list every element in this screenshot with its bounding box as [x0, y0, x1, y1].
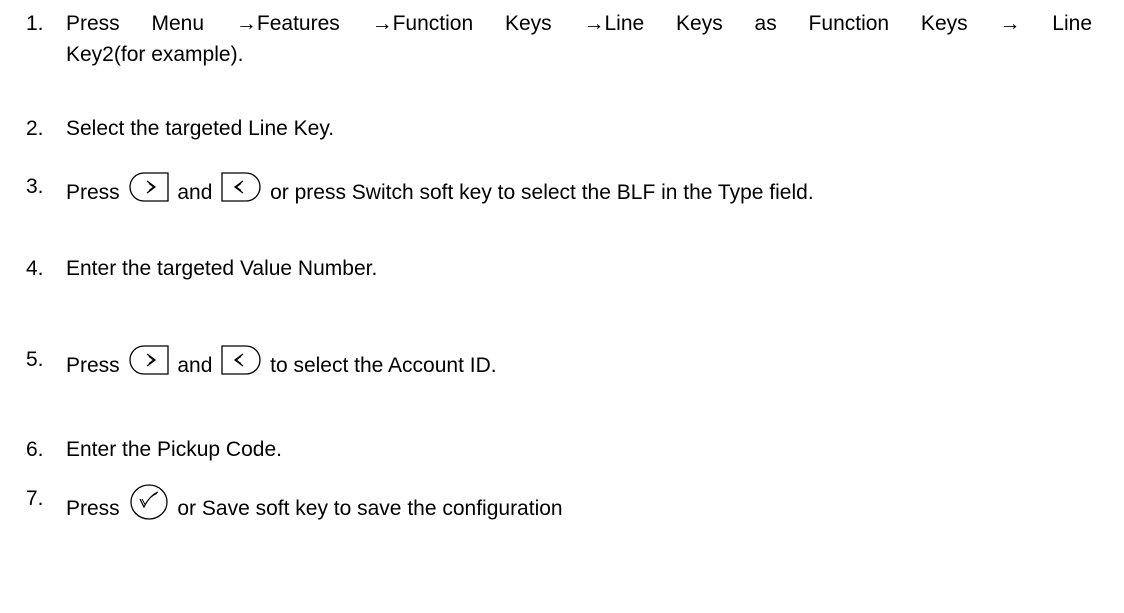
step-number: 4.	[26, 257, 44, 280]
step-text: Select the targeted Line Key.	[66, 117, 335, 140]
step-number: 5.	[26, 348, 44, 371]
ok-checkmark-key-icon	[128, 483, 170, 521]
right-arrow-key-icon	[128, 344, 170, 376]
step-text-line-2: Key2(for example).	[66, 43, 244, 66]
step-text-pre: Press	[66, 497, 120, 520]
right-arrow-key-icon	[128, 171, 170, 203]
step-text-pre: Press	[66, 181, 120, 204]
step-text: Press Menu →Features →Function Keys →Lin…	[66, 8, 1092, 70]
step-text: Press and to select the Account ID.	[66, 344, 1092, 381]
step-number: 1.	[26, 12, 44, 35]
step-text-post: or Save soft key to save the configurati…	[177, 497, 563, 520]
step-text-mid: and	[177, 354, 213, 377]
left-arrow-key-icon	[220, 171, 262, 203]
step-text: Enter the targeted Value Number.	[66, 257, 378, 280]
step-text-line-1: Press Menu →Features →Function Keys →Lin…	[66, 12, 1092, 35]
step-text: Enter the Pickup Code.	[66, 438, 282, 461]
step-text-pre: Press	[66, 354, 120, 377]
step-text: Press and or press Switch soft key to se…	[66, 171, 1092, 208]
step-text: Press or Save soft key to save the confi…	[66, 483, 1092, 524]
step-number: 7.	[26, 487, 44, 510]
step-text-post: or press Switch soft key to select the B…	[270, 181, 814, 204]
step-text-mid: and	[177, 181, 213, 204]
step-text-post: to select the Account ID.	[270, 354, 497, 377]
step-number: 3.	[26, 175, 44, 198]
step-number: 2.	[26, 117, 44, 140]
step-number: 6.	[26, 438, 44, 461]
left-arrow-key-icon	[220, 344, 262, 376]
